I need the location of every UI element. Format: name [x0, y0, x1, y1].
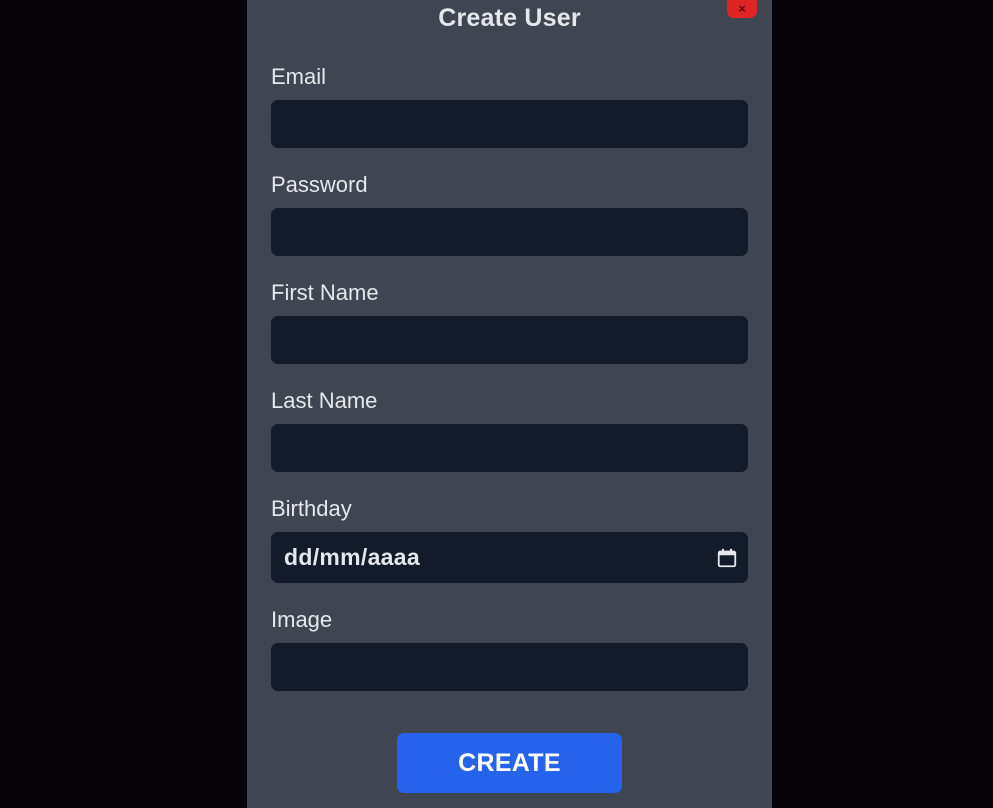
create-button[interactable]: CREATE	[397, 733, 622, 793]
last-name-label: Last Name	[271, 388, 378, 413]
close-icon: ×	[738, 1, 746, 16]
calendar-icon[interactable]	[716, 547, 738, 569]
modal-title: Create User	[438, 4, 581, 32]
email-label: Email	[271, 64, 327, 89]
birthday-placeholder: dd/mm/aaaa	[284, 544, 420, 570]
password-label: Password	[271, 172, 368, 197]
password-field[interactable]	[271, 208, 748, 256]
first-name-field[interactable]	[271, 316, 748, 364]
image-label: Image	[271, 607, 333, 632]
last-name-field[interactable]	[271, 424, 748, 472]
birthday-date-field[interactable]: dd/mm/aaaa	[271, 532, 748, 583]
email-field[interactable]	[271, 100, 748, 148]
first-name-label: First Name	[271, 280, 379, 305]
create-user-modal: Create User × Email Password First Name …	[247, 0, 772, 808]
image-field[interactable]	[271, 643, 748, 691]
birthday-label: Birthday	[271, 496, 352, 521]
close-button[interactable]: ×	[727, 0, 757, 18]
